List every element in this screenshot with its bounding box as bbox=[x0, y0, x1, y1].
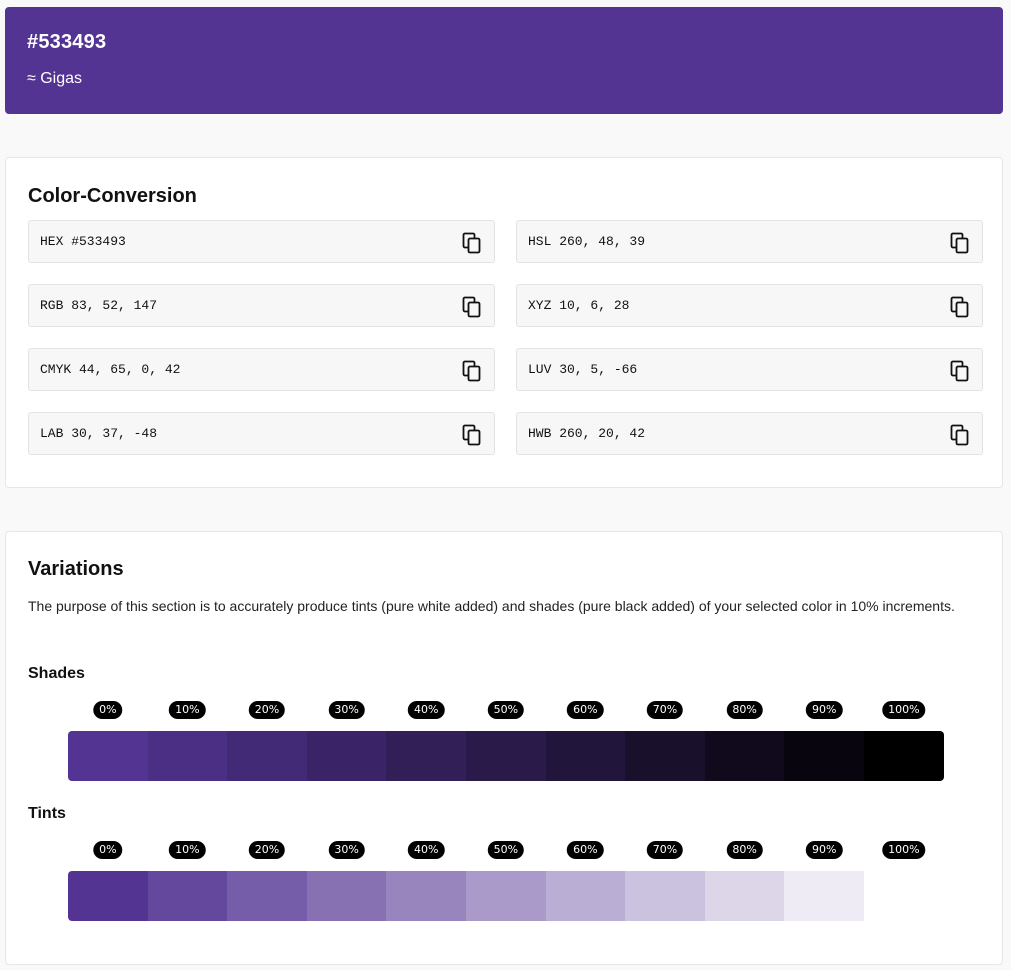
shades-title: Shades bbox=[28, 665, 85, 682]
tints-percent-label: 80% bbox=[726, 841, 763, 859]
variations-card: Variations The purpose of this section i… bbox=[5, 531, 1003, 965]
conversion-value: CMYK 44, 65, 0, 42 bbox=[40, 362, 181, 377]
tints-swatch[interactable] bbox=[68, 871, 148, 921]
conversion-hex: HEX #533493 bbox=[28, 220, 495, 263]
tints-swatch[interactable] bbox=[784, 871, 864, 921]
copy-icon[interactable] bbox=[462, 232, 482, 254]
tints-percent-label: 100% bbox=[882, 841, 926, 859]
section-title-conversion: Color-Conversion bbox=[28, 185, 197, 207]
tints-percent-label: 70% bbox=[646, 841, 684, 859]
tints-percent-label: 30% bbox=[328, 841, 365, 859]
section-title-variations: Variations bbox=[28, 558, 124, 580]
copy-icon[interactable] bbox=[462, 360, 482, 382]
conversion-hsl: HSL 260, 48, 39 bbox=[516, 220, 983, 263]
copy-icon[interactable] bbox=[950, 296, 970, 318]
shades-swatch[interactable] bbox=[863, 731, 944, 781]
conversion-value: HEX #533493 bbox=[40, 234, 126, 249]
shades-percent-label: 70% bbox=[646, 701, 684, 719]
shades-percent-label: 10% bbox=[169, 701, 206, 719]
tints-swatches bbox=[68, 871, 944, 921]
shades-swatches bbox=[68, 731, 944, 781]
conversion-value: HSL 260, 48, 39 bbox=[528, 234, 646, 249]
conversion-value: XYZ 10, 6, 28 bbox=[528, 298, 630, 313]
tints-percent-label: 60% bbox=[567, 841, 604, 859]
tints-swatch[interactable] bbox=[227, 871, 307, 921]
shades-percent-label: 0% bbox=[93, 701, 123, 719]
shades-swatch[interactable] bbox=[68, 731, 148, 781]
shades-percent-labels: 0% 10% 20% 30% 40% 50% 60% 70% 80% 90% 100% bbox=[68, 701, 944, 719]
color-header: #533493 ≈ Gigas bbox=[5, 7, 1003, 114]
shades-percent-label: 20% bbox=[248, 701, 286, 719]
tints-swatch[interactable] bbox=[386, 871, 466, 921]
tints-percent-labels: 0% 10% 20% 30% 40% 50% 60% 70% 80% 90% 100% bbox=[68, 841, 944, 859]
tints-title: Tints bbox=[28, 805, 66, 822]
conversion-value: LAB 30, 37, -48 bbox=[40, 426, 158, 441]
shades-swatch[interactable] bbox=[704, 731, 785, 781]
tints-percent-label: 20% bbox=[248, 841, 286, 859]
tints-swatch[interactable] bbox=[147, 871, 228, 921]
shades-swatch[interactable] bbox=[227, 731, 307, 781]
shades-percent-label: 50% bbox=[487, 701, 525, 719]
shades-swatch[interactable] bbox=[545, 731, 626, 781]
tints-percent-label: 90% bbox=[805, 841, 843, 859]
copy-icon[interactable] bbox=[462, 296, 482, 318]
conversion-luv: LUV 30, 5, -66 bbox=[516, 348, 983, 391]
shades-percent-label: 60% bbox=[567, 701, 604, 719]
tints-swatch[interactable] bbox=[863, 871, 944, 921]
tints-percent-label: 10% bbox=[169, 841, 206, 859]
color-name: ≈ Gigas bbox=[27, 70, 83, 87]
shades-swatch[interactable] bbox=[386, 731, 466, 781]
tints-percent-label: 50% bbox=[487, 841, 525, 859]
shades-swatch[interactable] bbox=[625, 731, 705, 781]
color-hex-title: #533493 bbox=[27, 31, 107, 53]
copy-icon[interactable] bbox=[950, 424, 970, 446]
shades-swatch[interactable] bbox=[784, 731, 864, 781]
conversion-xyz: XYZ 10, 6, 28 bbox=[516, 284, 983, 327]
tints-swatch[interactable] bbox=[465, 871, 546, 921]
copy-icon[interactable] bbox=[462, 424, 482, 446]
shades-percent-label: 90% bbox=[805, 701, 843, 719]
shades-percent-label: 30% bbox=[328, 701, 365, 719]
shades-swatch[interactable] bbox=[147, 731, 228, 781]
tints-percent-label: 0% bbox=[93, 841, 123, 859]
tints-percent-label: 40% bbox=[407, 841, 445, 859]
conversion-value: HWB 260, 20, 42 bbox=[528, 426, 646, 441]
copy-icon[interactable] bbox=[950, 360, 970, 382]
conversion-value: RGB 83, 52, 147 bbox=[40, 298, 158, 313]
shades-percent-label: 100% bbox=[882, 701, 926, 719]
shades-swatch[interactable] bbox=[306, 731, 387, 781]
variations-description: The purpose of this section is to accura… bbox=[28, 598, 955, 614]
copy-icon[interactable] bbox=[950, 232, 970, 254]
conversion-rgb: RGB 83, 52, 147 bbox=[28, 284, 495, 327]
tints-swatch[interactable] bbox=[625, 871, 705, 921]
shades-percent-label: 40% bbox=[407, 701, 445, 719]
tints-swatch[interactable] bbox=[704, 871, 785, 921]
tints-swatch[interactable] bbox=[545, 871, 626, 921]
conversion-lab: LAB 30, 37, -48 bbox=[28, 412, 495, 455]
shades-percent-label: 80% bbox=[726, 701, 763, 719]
color-conversion-card: Color-Conversion HEX #533493 HSL 260, 48… bbox=[5, 157, 1003, 488]
tints-swatch[interactable] bbox=[306, 871, 387, 921]
conversion-hwb: HWB 260, 20, 42 bbox=[516, 412, 983, 455]
conversion-cmyk: CMYK 44, 65, 0, 42 bbox=[28, 348, 495, 391]
shades-swatch[interactable] bbox=[465, 731, 546, 781]
conversion-value: LUV 30, 5, -66 bbox=[528, 362, 638, 377]
